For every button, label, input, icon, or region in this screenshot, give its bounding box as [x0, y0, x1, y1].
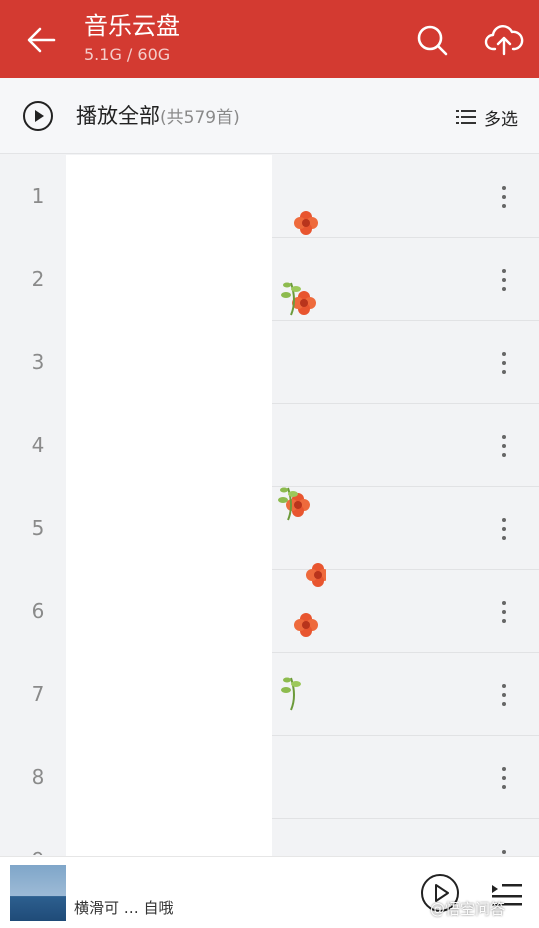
title-block: 音乐云盘 5.1G / 60G: [84, 10, 180, 66]
more-options-button[interactable]: [492, 262, 516, 298]
more-options-button[interactable]: [492, 511, 516, 547]
song-index: 8: [31, 765, 45, 789]
storage-usage: 5.1G / 60G: [84, 45, 171, 64]
song-list: 1 2 3 4 5 6 7 8 9: [0, 155, 539, 855]
song-row[interactable]: 9: [0, 819, 539, 855]
song-row[interactable]: 1: [0, 155, 539, 238]
more-options-button[interactable]: [492, 594, 516, 630]
more-options-button[interactable]: [492, 843, 516, 855]
play-all-bar: 播放全部(共579首) 多选: [0, 78, 539, 154]
app-header: 音乐云盘 5.1G / 60G: [0, 0, 539, 78]
song-row[interactable]: 8: [0, 736, 539, 819]
more-options-button[interactable]: [492, 345, 516, 381]
watermark: @悟空问答: [430, 900, 506, 918]
now-playing-title: 横滑可 … 自哦: [74, 899, 174, 917]
song-row[interactable]: 2: [0, 238, 539, 321]
upload-button[interactable]: [482, 20, 526, 60]
more-options-button[interactable]: [492, 677, 516, 713]
list-icon: [456, 110, 476, 124]
song-index: 9: [18, 845, 58, 855]
album-art[interactable]: [10, 865, 66, 921]
more-options-button[interactable]: [492, 428, 516, 464]
song-index: 1: [31, 184, 45, 208]
song-index: 5: [31, 516, 45, 540]
multi-select-label: 多选: [484, 109, 518, 130]
song-count: (共579首): [160, 108, 240, 128]
song-row[interactable]: 4: [0, 404, 539, 487]
page-title: 音乐云盘: [84, 12, 180, 40]
song-index: 7: [31, 682, 45, 706]
search-button[interactable]: [412, 20, 452, 60]
song-index: 4: [31, 433, 45, 457]
more-options-button[interactable]: [492, 760, 516, 796]
more-options-button[interactable]: [492, 179, 516, 215]
song-row[interactable]: 7: [0, 653, 539, 736]
play-all-button[interactable]: 播放全部(共579首): [76, 101, 240, 133]
multi-select-button[interactable]: 多选: [456, 104, 518, 130]
song-index: 6: [31, 599, 45, 623]
song-index: 2: [31, 267, 45, 291]
play-all-label: 播放全部: [76, 104, 160, 128]
song-row[interactable]: 5: [0, 487, 539, 570]
song-row[interactable]: 3: [0, 321, 539, 404]
back-button[interactable]: [22, 20, 62, 60]
song-index: 3: [31, 350, 45, 374]
arrow-left-icon: [27, 27, 56, 53]
song-row[interactable]: 6: [0, 570, 539, 653]
search-icon: [417, 25, 448, 56]
play-all-icon[interactable]: [22, 100, 54, 132]
cloud-upload-icon: [484, 25, 524, 56]
